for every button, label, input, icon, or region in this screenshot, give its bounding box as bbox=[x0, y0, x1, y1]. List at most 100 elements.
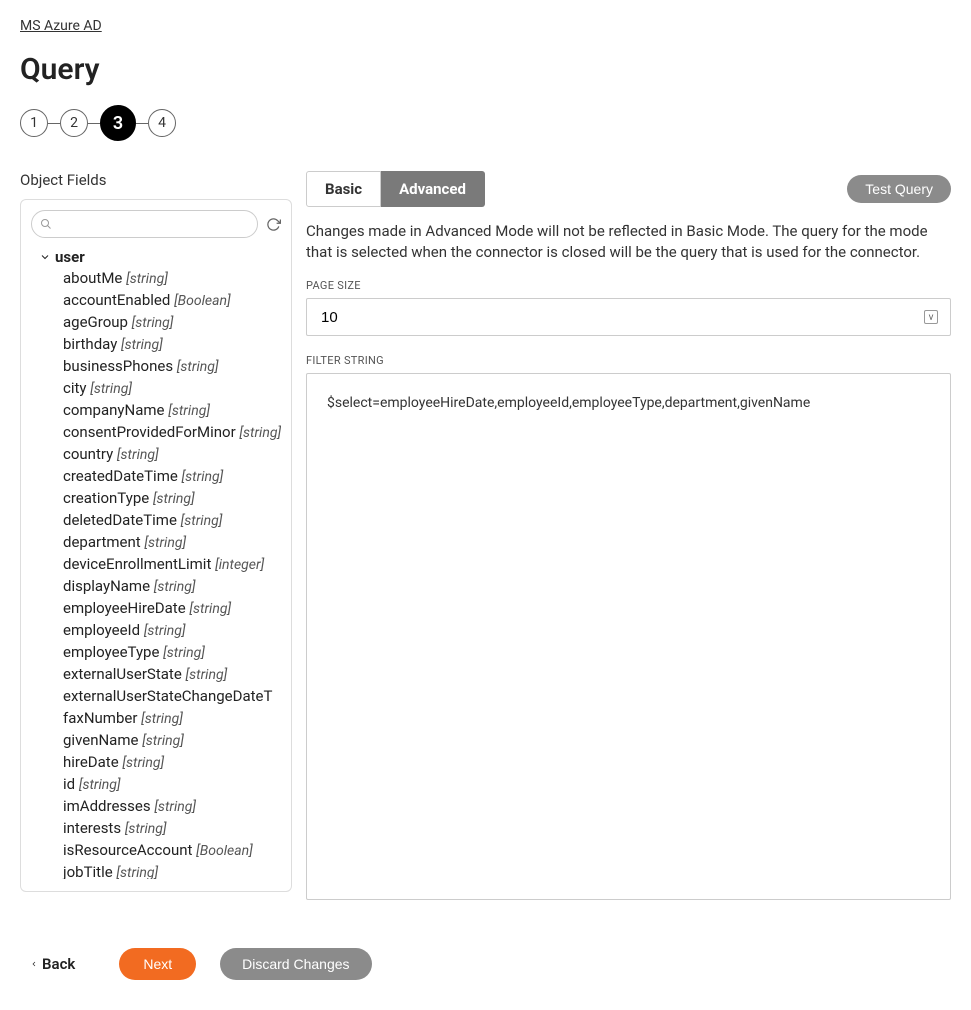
page-size-input[interactable] bbox=[319, 308, 924, 327]
field-item[interactable]: interests [string] bbox=[63, 818, 281, 840]
field-name: department bbox=[63, 533, 141, 551]
field-name: accountEnabled bbox=[63, 291, 170, 309]
field-item[interactable]: externalUserState [string] bbox=[63, 664, 281, 686]
field-name: creationType bbox=[63, 489, 149, 507]
field-type: [string] bbox=[122, 755, 164, 771]
field-search-input[interactable] bbox=[31, 210, 258, 238]
field-name: employeeType bbox=[63, 643, 159, 661]
next-button[interactable]: Next bbox=[119, 948, 196, 980]
field-name: deletedDateTime bbox=[63, 511, 177, 529]
field-type: [string] bbox=[141, 711, 183, 727]
step-connector bbox=[48, 123, 60, 124]
field-name: employeeHireDate bbox=[63, 599, 186, 617]
field-item[interactable]: createdDateTime [string] bbox=[63, 466, 281, 488]
field-type: [string] bbox=[189, 601, 231, 617]
field-item[interactable]: aboutMe [string] bbox=[63, 268, 281, 290]
breadcrumb-link[interactable]: MS Azure AD bbox=[20, 18, 102, 34]
field-type: [string] bbox=[121, 337, 163, 353]
field-item[interactable]: displayName [string] bbox=[63, 576, 281, 598]
field-name: interests bbox=[63, 819, 121, 837]
field-item[interactable]: id [string] bbox=[63, 774, 281, 796]
stepper: 1234 bbox=[20, 105, 951, 141]
field-item[interactable]: consentProvidedForMinor [string] bbox=[63, 422, 281, 444]
field-item[interactable]: ageGroup [string] bbox=[63, 312, 281, 334]
tree-root-user[interactable]: user bbox=[39, 248, 281, 266]
field-name: country bbox=[63, 445, 113, 463]
field-type: [string] bbox=[186, 667, 228, 683]
field-type: [string] bbox=[90, 381, 132, 397]
field-name: ageGroup bbox=[63, 313, 128, 331]
field-type: [string] bbox=[144, 535, 186, 551]
field-item[interactable]: employeeHireDate [string] bbox=[63, 598, 281, 620]
step-4[interactable]: 4 bbox=[148, 109, 176, 137]
back-button[interactable]: Back bbox=[30, 955, 75, 973]
field-name: birthday bbox=[63, 335, 117, 353]
field-type: [string] bbox=[79, 777, 121, 793]
object-fields-panel: user aboutMe [string]accountEnabled [Boo… bbox=[20, 199, 292, 892]
tab-basic[interactable]: Basic bbox=[306, 171, 381, 207]
field-item[interactable]: employeeId [string] bbox=[63, 620, 281, 642]
step-2[interactable]: 2 bbox=[60, 109, 88, 137]
field-type: [string] bbox=[177, 359, 219, 375]
field-item[interactable]: department [string] bbox=[63, 532, 281, 554]
mode-note: Changes made in Advanced Mode will not b… bbox=[306, 221, 951, 263]
page-size-label: PAGE SIZE bbox=[306, 279, 951, 292]
field-name: displayName bbox=[63, 577, 150, 595]
field-name: hireDate bbox=[63, 753, 119, 771]
field-type: [string] bbox=[182, 469, 224, 485]
step-3[interactable]: 3 bbox=[100, 105, 136, 141]
field-item[interactable]: city [string] bbox=[63, 378, 281, 400]
field-item[interactable]: businessPhones [string] bbox=[63, 356, 281, 378]
field-name: consentProvidedForMinor bbox=[63, 423, 236, 441]
field-item[interactable]: companyName [string] bbox=[63, 400, 281, 422]
field-name: companyName bbox=[63, 401, 165, 419]
field-item[interactable]: creationType [string] bbox=[63, 488, 281, 510]
refresh-icon[interactable] bbox=[266, 217, 281, 232]
field-item[interactable]: imAddresses [string] bbox=[63, 796, 281, 818]
field-name: faxNumber bbox=[63, 709, 137, 727]
field-item[interactable]: country [string] bbox=[63, 444, 281, 466]
field-item[interactable]: isResourceAccount [Boolean] bbox=[63, 840, 281, 862]
back-label: Back bbox=[42, 955, 75, 973]
field-type: [Boolean] bbox=[174, 293, 231, 309]
chevron-left-icon bbox=[30, 958, 38, 970]
field-item[interactable]: faxNumber [string] bbox=[63, 708, 281, 730]
field-item[interactable]: deletedDateTime [string] bbox=[63, 510, 281, 532]
field-type: [string] bbox=[163, 645, 205, 661]
field-type: [string] bbox=[116, 865, 158, 879]
breadcrumb: MS Azure AD bbox=[20, 18, 951, 34]
field-name: externalUserStateChangeDateT bbox=[63, 687, 272, 705]
field-item[interactable]: givenName [string] bbox=[63, 730, 281, 752]
field-item[interactable]: accountEnabled [Boolean] bbox=[63, 290, 281, 312]
field-item[interactable]: jobTitle [string] bbox=[63, 862, 281, 879]
chevron-down-icon bbox=[39, 251, 51, 263]
field-item[interactable]: deviceEnrollmentLimit [integer] bbox=[63, 554, 281, 576]
field-type: [integer] bbox=[215, 557, 264, 573]
field-name: businessPhones bbox=[63, 357, 173, 375]
field-item[interactable]: externalUserStateChangeDateT bbox=[63, 686, 281, 708]
stepper-icon[interactable]: v bbox=[924, 310, 938, 324]
field-type: [string] bbox=[125, 821, 167, 837]
field-type: [Boolean] bbox=[196, 843, 253, 859]
step-1[interactable]: 1 bbox=[20, 109, 48, 137]
field-name: givenName bbox=[63, 731, 138, 749]
discard-button[interactable]: Discard Changes bbox=[220, 948, 371, 980]
field-name: deviceEnrollmentLimit bbox=[63, 555, 211, 573]
object-fields-label: Object Fields bbox=[20, 171, 292, 189]
field-name: id bbox=[63, 775, 75, 793]
field-type: [string] bbox=[117, 447, 159, 463]
test-query-button[interactable]: Test Query bbox=[847, 175, 951, 203]
tab-advanced[interactable]: Advanced bbox=[381, 171, 485, 207]
field-item[interactable]: hireDate [string] bbox=[63, 752, 281, 774]
field-type: [string] bbox=[239, 425, 281, 441]
field-name: aboutMe bbox=[63, 269, 122, 287]
filter-string-input[interactable] bbox=[306, 373, 951, 900]
field-type: [string] bbox=[153, 491, 195, 507]
field-name: employeeId bbox=[63, 621, 140, 639]
field-name: externalUserState bbox=[63, 665, 182, 683]
page-title: Query bbox=[20, 52, 951, 87]
field-item[interactable]: employeeType [string] bbox=[63, 642, 281, 664]
field-name: createdDateTime bbox=[63, 467, 178, 485]
field-name: isResourceAccount bbox=[63, 841, 192, 859]
field-item[interactable]: birthday [string] bbox=[63, 334, 281, 356]
